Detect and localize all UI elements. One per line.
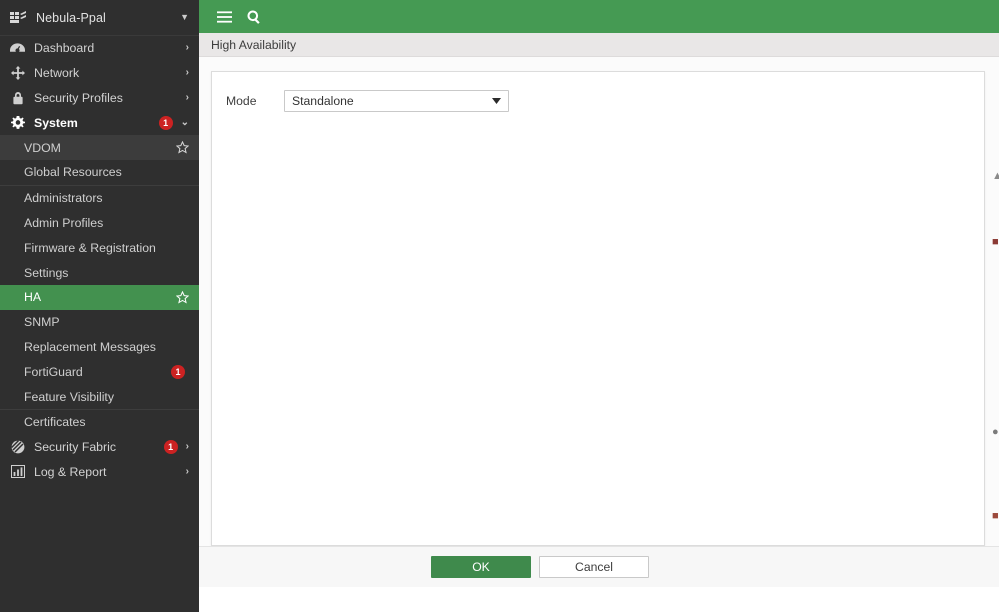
chevron-right-icon: › [185,42,189,54]
sidebar-item-firmware-registration[interactable]: Firmware & Registration [0,235,199,261]
form-footer: OK Cancel [199,546,999,587]
ha-settings-card: Mode Standalone [211,71,985,546]
sidebar-item-label: Firmware & Registration [24,240,156,255]
sidebar-item-label: Global Resources [24,165,122,180]
status-badge: 1 [163,440,178,455]
sidebar-item-label: Certificates [24,415,86,430]
chevron-right-icon: › [185,67,189,79]
sidebar-item-replacement-messages[interactable]: Replacement Messages [0,334,199,360]
sidebar-item-label: HA [24,290,42,305]
sidebar-item-label: Settings [24,265,69,280]
sidebar-item-system[interactable]: System 1 ⌄ [0,110,199,136]
sidebar-item-label: System [34,115,78,130]
ok-button[interactable]: OK [431,556,531,578]
sidebar-item-network[interactable]: Network › [0,61,199,86]
main-sidebar: Nebula-Ppal ▼ Dashboard › Network › Secu… [0,0,199,612]
content-area: Mode Standalone ▲ ■ ● ■ [199,57,999,546]
device-selector[interactable]: Nebula-Ppal ▼ [0,0,199,36]
gear-icon [9,115,26,130]
clipped-icon-4: ■ [992,510,999,522]
clipped-icon-3: ● [992,426,999,438]
bar-chart-icon [9,464,26,479]
device-name: Nebula-Ppal [36,10,106,25]
top-bar [199,0,999,33]
sidebar-item-label: Admin Profiles [24,215,104,230]
sidebar-item-label: Log & Report [34,464,107,479]
sidebar-item-label: FortiGuard [24,364,83,379]
mode-select-value: Standalone [292,94,354,108]
clipped-icon-1: ▲ [992,170,999,182]
sidebar-item-snmp[interactable]: SNMP [0,309,199,335]
lock-icon [9,90,26,105]
sidebar-item-log-report[interactable]: Log & Report › [0,460,199,485]
sidebar-item-certificates[interactable]: Certificates [0,408,199,435]
sidebar-item-label: VDOM [24,140,61,155]
clipped-icon-2: ■ [992,236,999,248]
chevron-down-icon: ▼ [180,12,189,22]
sidebar-item-vdom[interactable]: VDOM [0,135,199,160]
fabric-icon [9,440,26,455]
device-chip-icon [9,10,27,26]
app-root: Nebula-Ppal ▼ Dashboard › Network › Secu… [0,0,999,612]
chevron-right-icon: › [185,441,189,453]
search-icon[interactable] [239,2,269,32]
chevron-right-icon: › [185,91,189,103]
sidebar-item-dashboard[interactable]: Dashboard › [0,36,199,61]
sidebar-item-security-fabric[interactable]: Security Fabric 1 › [0,435,199,460]
sidebar-item-label: Network [34,66,80,81]
mode-form-row: Mode Standalone [212,88,984,114]
sidebar-item-label: SNMP [24,315,60,330]
network-move-icon [9,66,26,81]
mode-select-wrapper: Standalone [284,90,509,112]
breadcrumb: High Availability [199,33,999,57]
sidebar-item-label: Feature Visibility [24,389,114,404]
sidebar-item-label: Administrators [24,191,103,206]
page-title: High Availability [211,37,297,52]
chevron-right-icon: › [185,465,189,477]
mode-select[interactable]: Standalone [284,90,509,112]
sidebar-item-security-profiles[interactable]: Security Profiles › [0,86,199,111]
cancel-button[interactable]: Cancel [539,556,649,578]
chevron-down-icon: ⌄ [180,116,189,128]
status-badge: 1 [171,364,185,379]
footer-spacer [199,587,999,612]
sidebar-item-global-resources[interactable]: Global Resources [0,159,199,185]
status-badge: 1 [158,115,173,130]
hamburger-menu-icon[interactable] [209,2,239,32]
sidebar-item-label: Replacement Messages [24,339,156,354]
sidebar-item-admin-profiles[interactable]: Admin Profiles [0,210,199,236]
mode-label: Mode [226,94,257,108]
sidebar-item-settings[interactable]: Settings [0,260,199,285]
sidebar-item-label: Dashboard [34,41,95,56]
sidebar-item-feature-visibility[interactable]: Feature Visibility [0,384,199,409]
main-pane: High Availability Mode Standalone ▲ ■ ● … [199,0,999,612]
favorite-star-icon[interactable] [176,141,189,154]
sidebar-item-fortiguard[interactable]: FortiGuard 1 [0,359,199,385]
sidebar-item-label: Security Fabric [34,440,117,455]
dashboard-gauge-icon [9,41,26,56]
right-edge-rail: ▲ ■ ● ■ [990,114,999,546]
favorite-star-icon[interactable] [176,290,189,304]
sidebar-item-administrators[interactable]: Administrators [0,184,199,211]
sidebar-item-ha[interactable]: HA [0,284,199,310]
sidebar-item-label: Security Profiles [34,90,123,105]
